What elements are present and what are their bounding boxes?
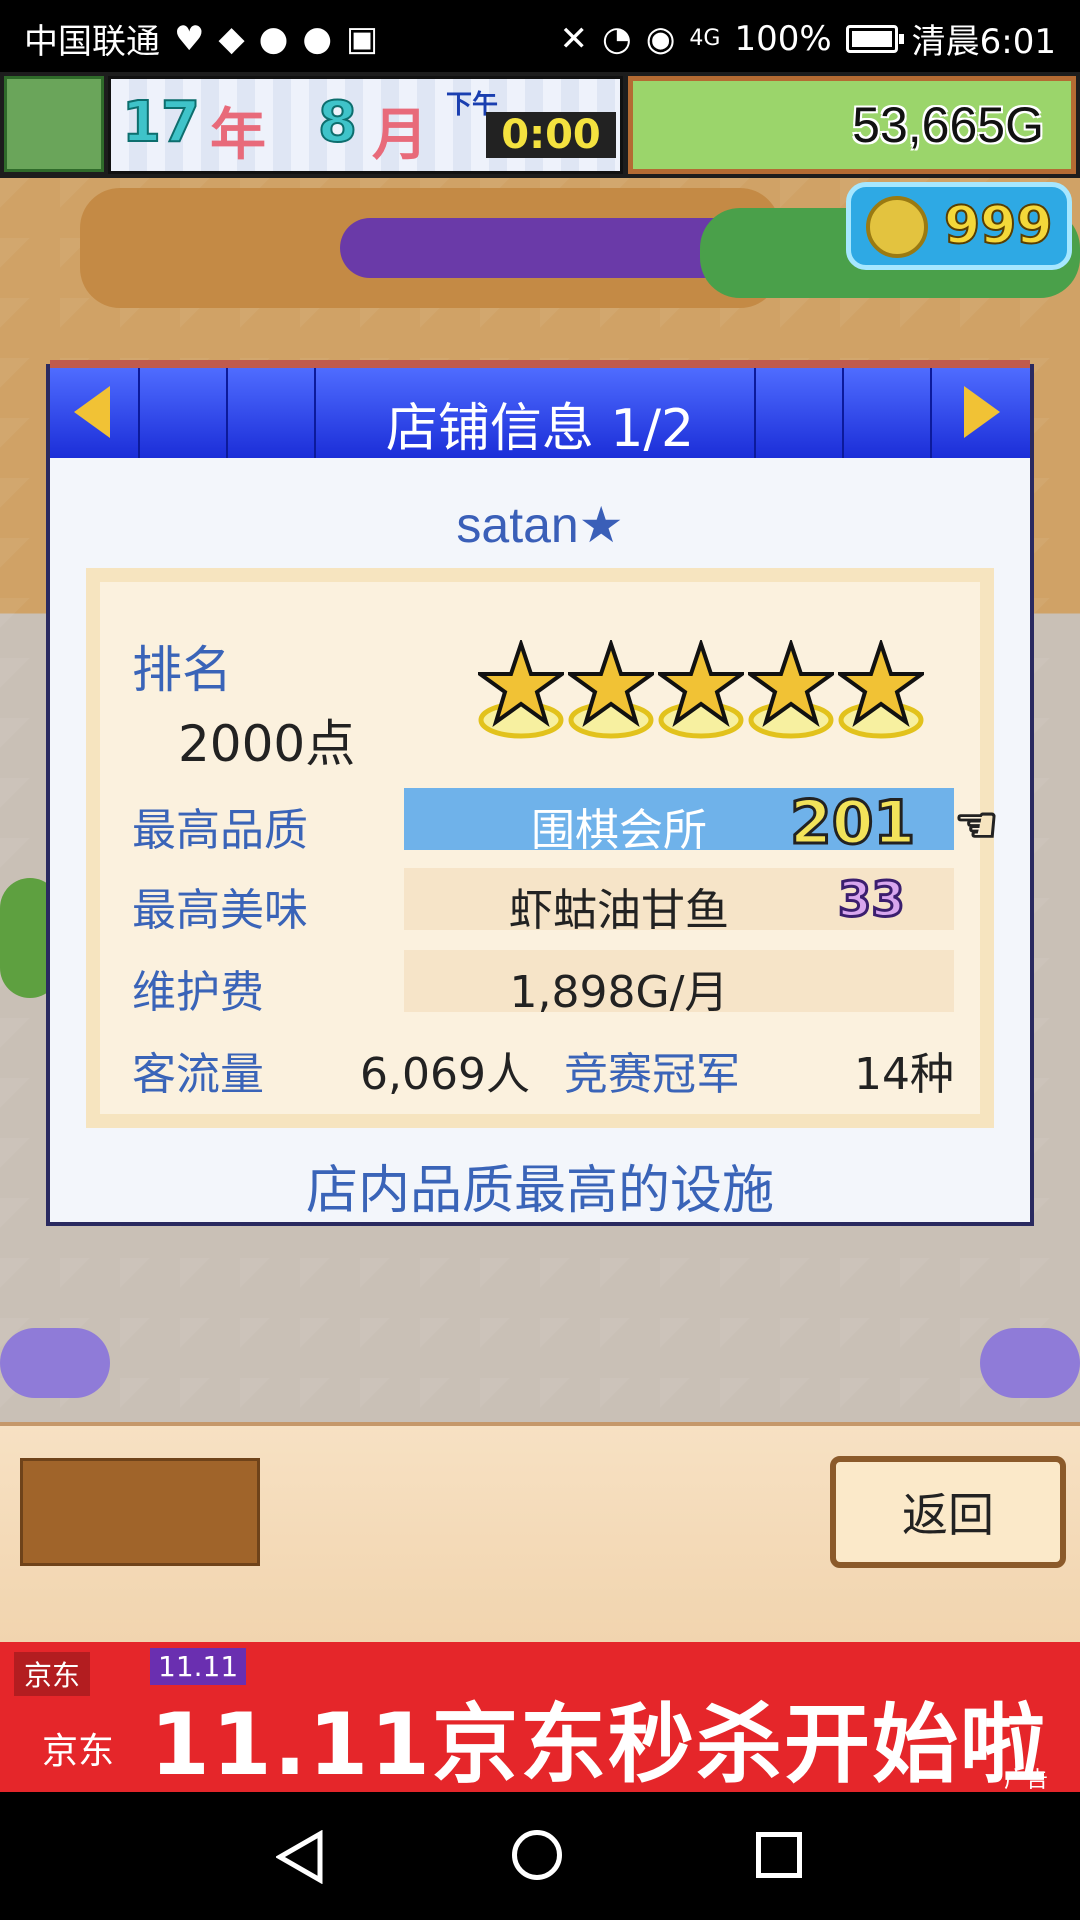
back-button[interactable]: 返回 bbox=[830, 1456, 1066, 1568]
game-clock: 0:00 bbox=[486, 112, 616, 158]
top-quality-number: 201 bbox=[788, 787, 916, 860]
rank-points: 2000点 bbox=[178, 715, 356, 773]
nav-home-icon[interactable] bbox=[512, 1830, 562, 1880]
eye-icon: ◉ bbox=[645, 18, 676, 59]
clock-time: 清晨6:01 bbox=[911, 22, 1056, 62]
next-page-arrow-icon[interactable] bbox=[964, 386, 1000, 438]
ad-logo-large: 京东 bbox=[42, 1731, 115, 1772]
traffic-value: 6,069人 bbox=[360, 1049, 530, 1100]
money-value: 53,665G bbox=[852, 97, 1044, 153]
message-icon: ● bbox=[302, 18, 332, 59]
top-quality-value: 围棋会所 bbox=[531, 805, 707, 856]
top-taste-value: 虾蛄油甘鱼 bbox=[509, 885, 729, 936]
month-unit: 月 bbox=[372, 103, 428, 168]
battery-icon bbox=[845, 24, 904, 53]
maintenance-value: 1,898G/月 bbox=[509, 967, 729, 1018]
battery-percent: 100% bbox=[734, 18, 832, 59]
rank-star-icon bbox=[568, 640, 654, 739]
wechat-icon: ● bbox=[258, 18, 289, 59]
rank-star-icon bbox=[658, 640, 744, 739]
mute-icon: ✕ bbox=[559, 18, 589, 59]
shield-icon: ▣ bbox=[345, 18, 379, 59]
year-number: 17 bbox=[121, 89, 201, 156]
coin-icon bbox=[866, 196, 928, 258]
ad-badge[interactable]: 广告 bbox=[1004, 1762, 1048, 1794]
ad-text: 11.11京东秒杀开始啦 bbox=[150, 1695, 1049, 1795]
top-quality-label: 最高品质 bbox=[132, 805, 308, 856]
ad-logo: 京东 bbox=[14, 1652, 91, 1696]
shop-name: satan★ bbox=[456, 497, 624, 553]
traffic-label: 客流量 bbox=[132, 1049, 264, 1100]
nav-recent-icon[interactable] bbox=[756, 1832, 802, 1878]
carrier-label: 中国联通 bbox=[24, 22, 160, 62]
heart-icon: ♥ bbox=[174, 18, 205, 59]
champion-value: 14种 bbox=[854, 1049, 954, 1100]
flowerbed bbox=[980, 1328, 1080, 1398]
rank-star-icon bbox=[748, 640, 834, 739]
rank-star-icon bbox=[838, 640, 924, 739]
dialog-title: 店铺信息 1/2 bbox=[385, 399, 695, 459]
flowerbed bbox=[0, 1328, 110, 1398]
maintenance-label: 维护费 bbox=[132, 967, 264, 1018]
alarm-icon: ◔ bbox=[602, 18, 632, 59]
month-number: 8 bbox=[317, 89, 358, 156]
empty-slot bbox=[20, 1458, 260, 1566]
pointing-hand-icon: ☜ bbox=[953, 795, 1000, 855]
year-unit: 年 bbox=[210, 103, 266, 168]
tree-icon[interactable] bbox=[4, 76, 104, 172]
prev-page-arrow-icon[interactable] bbox=[74, 386, 110, 438]
champion-label: 竞赛冠军 bbox=[564, 1049, 740, 1100]
signal-icon: 4G bbox=[689, 26, 721, 51]
coin-value: 999 bbox=[943, 195, 1054, 257]
top-taste-number: 33 bbox=[837, 871, 907, 930]
nav-back-icon[interactable] bbox=[276, 1830, 324, 1884]
status-bar: 中国联通 ♥ ◆ ● ● ▣ ✕ ◔ ◉ 4G 100% 清晨6:01 bbox=[0, 0, 1080, 72]
rank-label: 排名 bbox=[132, 641, 232, 699]
notification-icon: ◆ bbox=[218, 18, 245, 59]
top-taste-label: 最高美味 bbox=[132, 885, 308, 936]
facility-section-title: 店内品质最高的设施 bbox=[305, 1161, 774, 1221]
shop-row bbox=[340, 218, 760, 278]
rank-star-icon bbox=[478, 640, 564, 739]
